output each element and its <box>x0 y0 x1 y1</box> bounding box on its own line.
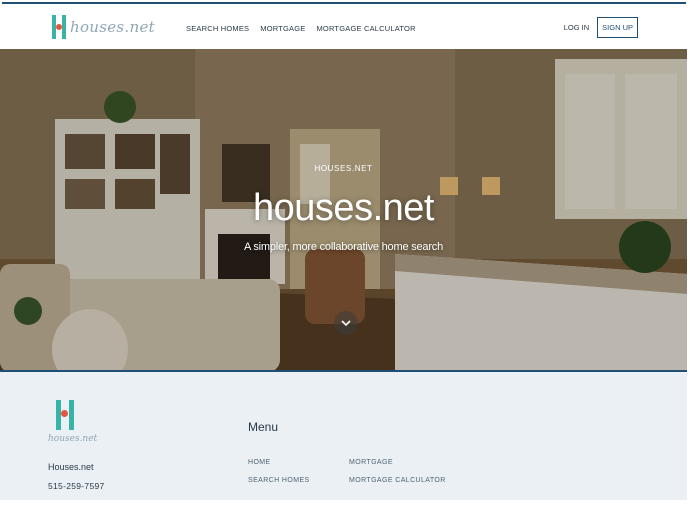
signup-button[interactable]: SIGN UP <box>597 17 638 38</box>
hero-subtitle: A simpler, more collaborative home searc… <box>243 241 444 253</box>
logo-mark-icon <box>52 15 66 39</box>
footer-link-mortgage-calculator[interactable]: MORTGAGE CALCULATOR <box>349 477 446 484</box>
footer-link-search-homes[interactable]: SEARCH HOMES <box>248 477 310 484</box>
chevron-down-icon <box>341 319 351 326</box>
login-link[interactable]: LOG IN <box>564 23 589 32</box>
footer-link-mortgage[interactable]: MORTGAGE <box>349 459 393 466</box>
footer-link-home[interactable]: HOME <box>248 459 271 466</box>
hero-eyebrow: HOUSES.NET <box>314 164 373 173</box>
footer-phone[interactable]: 515-259-7597 <box>48 481 105 491</box>
footer-company-name: Houses.net <box>48 462 94 472</box>
site-logo[interactable]: houses.net <box>52 14 155 40</box>
nav-mortgage[interactable]: MORTGAGE <box>260 24 305 33</box>
hero-banner: HOUSES.NET houses.net A simpler, more co… <box>0 49 687 372</box>
site-footer: houses.net Houses.net 515-259-7597 Menu … <box>0 372 687 500</box>
top-navigation: houses.net SEARCH HOMES MORTGAGE MORTGAG… <box>2 2 686 49</box>
main-nav: SEARCH HOMES MORTGAGE MORTGAGE CALCULATO… <box>186 24 416 33</box>
nav-mortgage-calculator[interactable]: MORTGAGE CALCULATOR <box>316 24 415 33</box>
footer-logo-text: houses.net <box>48 434 98 444</box>
nav-search-homes[interactable]: SEARCH HOMES <box>186 24 249 33</box>
logo-text: houses.net <box>70 18 155 36</box>
footer-logo[interactable]: houses.net <box>48 400 97 450</box>
footer-menu-heading: Menu <box>248 420 279 434</box>
scroll-down-button[interactable] <box>334 311 358 335</box>
auth-actions: LOG IN SIGN UP <box>564 17 638 38</box>
hero-title: houses.net <box>253 187 434 229</box>
